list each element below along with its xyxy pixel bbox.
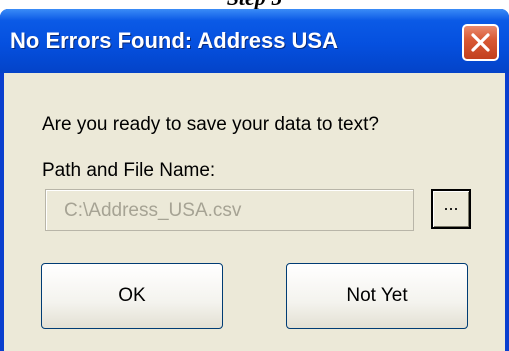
not-yet-label: Not Yet <box>346 285 408 306</box>
step-caption: Step 5 <box>0 0 509 9</box>
dialog-window: No Errors Found: Address USA Are you rea… <box>0 9 509 351</box>
not-yet-button[interactable]: Not Yet <box>286 263 468 329</box>
path-value: C:\Address_USA.csv <box>64 200 242 221</box>
window-title: No Errors Found: Address USA <box>10 28 338 53</box>
ok-button[interactable]: OK <box>41 263 223 329</box>
path-input[interactable]: C:\Address_USA.csv <box>45 189 414 231</box>
ok-label: OK <box>118 285 146 306</box>
close-icon <box>471 33 490 52</box>
close-button[interactable] <box>462 24 499 61</box>
browse-label: ... <box>443 194 459 214</box>
browse-button[interactable]: ... <box>431 189 471 229</box>
dialog-body: Are you ready to save your data to text?… <box>4 73 505 351</box>
save-prompt: Are you ready to save your data to text? <box>42 114 379 135</box>
title-bar[interactable]: No Errors Found: Address USA <box>0 9 509 73</box>
path-label: Path and File Name: <box>42 160 216 181</box>
